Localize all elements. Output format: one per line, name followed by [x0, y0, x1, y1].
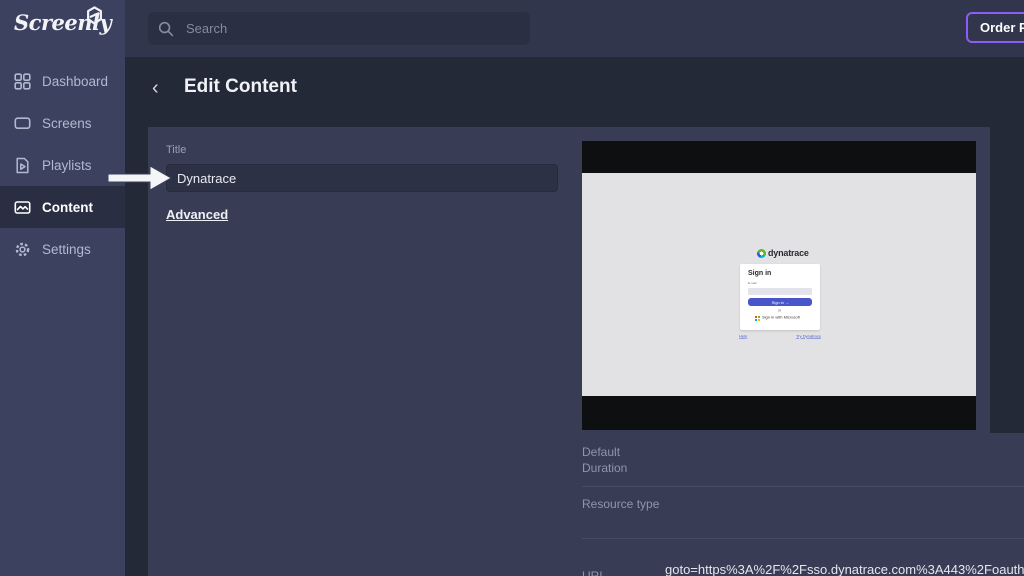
- title-input[interactable]: [166, 164, 558, 192]
- url-value: goto=https%3A%2F%2Fsso.dynatrace.com%3A4…: [665, 562, 1024, 576]
- sidebar-nav: Dashboard Screens Playlists: [0, 60, 125, 270]
- search-input[interactable]: [184, 20, 520, 37]
- preview-screen: dynatrace Sign in E-mail Enter your emai…: [582, 173, 976, 396]
- preview-email-label: E-mail: [748, 282, 757, 285]
- sidebar-item-label: Screens: [42, 116, 92, 131]
- row-divider: [582, 486, 1024, 487]
- screens-icon: [14, 115, 31, 132]
- preview-microsoft-signin-label: Sign in with Microsoft: [762, 315, 800, 320]
- preview-signin-button: Sign in →: [748, 298, 812, 306]
- dashboard-grid-icon: [14, 73, 31, 90]
- app-root: Screenly Dashboard: [0, 0, 1024, 576]
- content-details-card: Default Duration Resource type URL goto=…: [148, 433, 1024, 576]
- sidebar-item-label: Settings: [42, 242, 91, 257]
- sidebar-item-content[interactable]: Content: [0, 186, 125, 228]
- url-label: URL: [582, 568, 662, 576]
- settings-gear-icon: [14, 241, 31, 258]
- preview-footer-links: Help Try Dynatrace: [739, 334, 821, 340]
- screenly-logo[interactable]: Screenly: [0, 0, 125, 68]
- resource-type-label: Resource type: [582, 496, 662, 512]
- preview-signin-card: Sign in E-mail Enter your email Sign in …: [740, 264, 820, 330]
- dynatrace-logo-icon: [757, 249, 766, 258]
- edit-content-card: Title Advanced dynatrace Sign in E-mail …: [148, 127, 990, 433]
- search-icon: [158, 21, 174, 37]
- preview-help-link: Help: [739, 334, 747, 339]
- preview-email-placeholder: Enter your email: [748, 294, 779, 295]
- playlists-icon: [14, 157, 31, 174]
- preview-signin-button-label: Sign in →: [771, 300, 788, 305]
- sidebar-item-label: Dashboard: [42, 74, 108, 89]
- sidebar-item-settings[interactable]: Settings: [0, 228, 125, 270]
- sidebar: Screenly Dashboard: [0, 0, 125, 576]
- search-box: [148, 12, 530, 45]
- dynatrace-logo-text: dynatrace: [768, 248, 809, 258]
- sidebar-item-screens[interactable]: Screens: [0, 102, 125, 144]
- content-image-icon: [14, 199, 31, 216]
- microsoft-logo-icon: [755, 316, 760, 321]
- sidebar-item-label: Content: [42, 200, 93, 215]
- sidebar-item-label: Playlists: [42, 158, 92, 173]
- back-button[interactable]: ‹: [152, 78, 159, 98]
- dynatrace-logo: dynatrace: [757, 248, 809, 258]
- screenly-hexagon-icon: [86, 6, 103, 30]
- sidebar-item-playlists[interactable]: Playlists: [0, 144, 125, 186]
- topbar: Order Players: [125, 0, 1024, 57]
- order-players-button[interactable]: Order Players: [966, 12, 1024, 43]
- row-divider: [582, 538, 1024, 539]
- title-field-label: Title: [166, 144, 186, 156]
- page-header: ‹ Edit Content: [125, 57, 1024, 127]
- preview-try-link: Try Dynatrace: [796, 334, 821, 339]
- default-duration-label: Default Duration: [582, 444, 662, 476]
- preview-signin-heading: Sign in: [748, 270, 771, 277]
- content-preview: dynatrace Sign in E-mail Enter your emai…: [582, 141, 976, 430]
- page-title: Edit Content: [184, 76, 297, 98]
- sidebar-item-dashboard[interactable]: Dashboard: [0, 60, 125, 102]
- advanced-link[interactable]: Advanced: [166, 207, 228, 222]
- preview-email-input: Enter your email: [748, 288, 812, 295]
